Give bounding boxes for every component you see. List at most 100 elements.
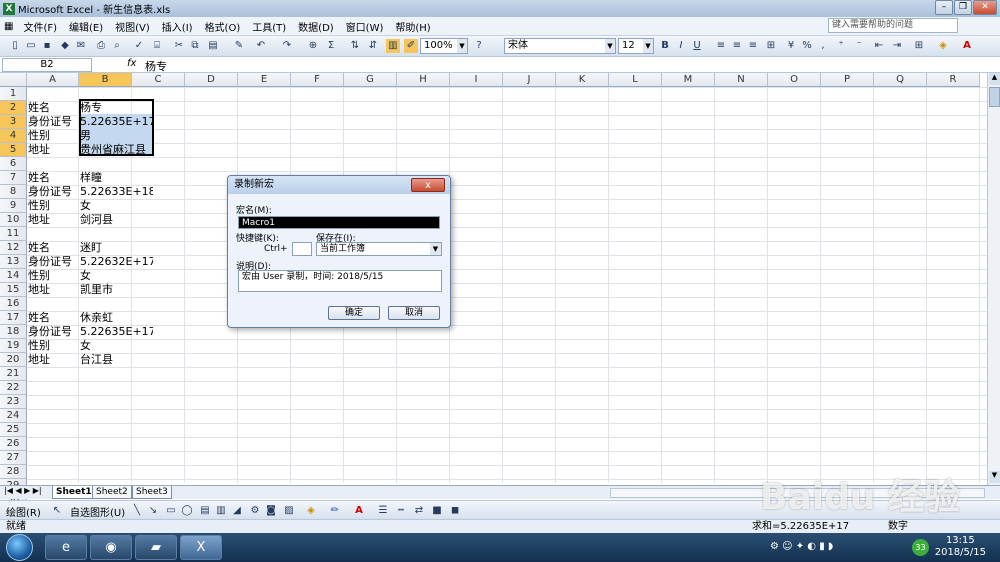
vertical-textbox-icon[interactable]: ▥ — [214, 504, 228, 518]
store-in-select[interactable]: 当前工作簿 ▼ — [316, 242, 442, 256]
open-icon[interactable]: ▭ — [24, 39, 38, 53]
menu-insert[interactable]: 插入(I) — [156, 19, 199, 34]
ok-button[interactable]: 确定 — [328, 306, 380, 320]
wordart-icon[interactable]: ◢ — [230, 504, 244, 518]
sort-ascending-icon[interactable]: ⇅ — [348, 39, 362, 53]
align-right-icon[interactable]: ≡ — [746, 39, 760, 53]
cell-b14[interactable]: 女 — [80, 269, 153, 283]
draw-menu[interactable]: 绘图(R) — [6, 504, 41, 519]
name-box[interactable]: B2 — [2, 58, 92, 72]
drawing-icon[interactable]: ✐ — [404, 39, 418, 53]
menu-data[interactable]: 数据(D) — [292, 19, 340, 34]
tab-sheet3[interactable]: Sheet3 — [132, 486, 172, 499]
column-header-a[interactable]: A — [27, 73, 79, 87]
column-header-d[interactable]: D — [185, 73, 238, 87]
cell-b20[interactable]: 台江县 — [80, 353, 153, 367]
column-header-c[interactable]: C — [132, 73, 185, 87]
row-header-19[interactable]: 19 — [0, 339, 27, 353]
arrow-style-icon[interactable]: ⇄ — [412, 504, 426, 518]
autoshapes-menu[interactable]: 自选图形(U) — [70, 504, 125, 519]
tab-sheet1[interactable]: Sheet1 — [52, 486, 96, 499]
decrease-indent-icon[interactable]: ⇤ — [872, 39, 886, 53]
cell-a17[interactable]: 姓名 — [28, 311, 78, 325]
column-header-e[interactable]: E — [238, 73, 291, 87]
fx-icon[interactable]: fx — [127, 58, 136, 69]
row-header-20[interactable]: 20 — [0, 353, 27, 367]
chart-wizard-icon[interactable]: ▥ — [386, 39, 400, 53]
redo-icon[interactable]: ↷ — [280, 39, 294, 53]
oval-icon[interactable]: ◯ — [180, 504, 194, 518]
column-header-q[interactable]: Q — [874, 73, 927, 87]
row-header-25[interactable]: 25 — [0, 423, 27, 437]
row-header-11[interactable]: 11 — [0, 227, 27, 241]
cut-icon[interactable]: ✂ — [172, 39, 186, 53]
row-header-28[interactable]: 28 — [0, 465, 27, 479]
arrow-icon[interactable]: ↘ — [146, 504, 160, 518]
row-header-6[interactable]: 6 — [0, 157, 27, 171]
row-header-17[interactable]: 17 — [0, 311, 27, 325]
cell-a20[interactable]: 地址 — [28, 353, 78, 367]
cell-a10[interactable]: 地址 — [28, 213, 78, 227]
minimize-button[interactable]: – — [935, 0, 953, 15]
row-header-2[interactable]: 2 — [0, 101, 27, 115]
menu-window[interactable]: 窗口(W) — [340, 19, 390, 34]
cell-a12[interactable]: 姓名 — [28, 241, 78, 255]
align-center-icon[interactable]: ≡ — [730, 39, 744, 53]
taskbar-360-icon[interactable]: ◉ — [90, 535, 132, 560]
select-all-corner[interactable] — [0, 73, 27, 87]
dash-style-icon[interactable]: ┅ — [394, 504, 408, 518]
column-header-l[interactable]: L — [609, 73, 662, 87]
row-header-27[interactable]: 27 — [0, 451, 27, 465]
align-left-icon[interactable]: ≡ — [714, 39, 728, 53]
font-color-icon[interactable]: A — [352, 504, 366, 518]
cancel-button[interactable]: 取消 — [388, 306, 440, 320]
line-icon[interactable]: ╲ — [130, 504, 144, 518]
cell-b17[interactable]: 休亲虹 — [80, 311, 153, 325]
picture-icon[interactable]: ▨ — [282, 504, 296, 518]
permission-icon[interactable]: ◆ — [58, 39, 72, 53]
column-header-i[interactable]: I — [450, 73, 503, 87]
menu-file[interactable]: 文件(F) — [17, 19, 63, 34]
close-button[interactable]: ✕ — [973, 0, 997, 15]
taskbar-ie-icon[interactable]: e — [45, 535, 87, 560]
row-header-1[interactable]: 1 — [0, 87, 27, 101]
line-style-icon[interactable]: ☰ — [376, 504, 390, 518]
clock[interactable]: 13:15 2018/5/15 — [935, 535, 986, 559]
scroll-up-icon[interactable]: ▲ — [989, 73, 1000, 85]
row-header-24[interactable]: 24 — [0, 409, 27, 423]
bold-icon[interactable]: B — [658, 39, 672, 53]
menu-format[interactable]: 格式(O) — [199, 19, 247, 34]
column-header-r[interactable]: R — [927, 73, 980, 87]
currency-icon[interactable]: ¥ — [784, 39, 798, 53]
font-size-select[interactable]: 12 ▼ — [618, 38, 654, 54]
row-header-18[interactable]: 18 — [0, 325, 27, 339]
tab-scroll-icon[interactable]: |◀ ◀ ▶ ▶| — [4, 486, 42, 495]
print-icon[interactable]: ⎙ — [94, 39, 108, 53]
vertical-scrollbar[interactable]: ▲ ▼ — [987, 73, 1000, 485]
font-name-select[interactable]: 宋体 ▼ — [504, 38, 616, 54]
row-header-16[interactable]: 16 — [0, 297, 27, 311]
hyperlink-icon[interactable]: ⊕ — [306, 39, 320, 53]
description-input[interactable]: 宏由 User 录制，时间: 2018/5/15 — [238, 270, 442, 292]
taskbar-folder-icon[interactable]: ▰ — [135, 535, 177, 560]
italic-icon[interactable]: I — [674, 39, 688, 53]
shadow-icon[interactable]: ■ — [430, 504, 444, 518]
restore-button[interactable]: ❐ — [954, 0, 972, 15]
borders-icon[interactable]: ⊞ — [912, 39, 926, 53]
row-header-5[interactable]: 5 — [0, 143, 27, 157]
menu-edit[interactable]: 编辑(E) — [63, 19, 109, 34]
cell-a7[interactable]: 姓名 — [28, 171, 78, 185]
menu-tools[interactable]: 工具(T) — [246, 19, 292, 34]
row-header-3[interactable]: 3 — [0, 115, 27, 129]
help-icon[interactable]: ? — [472, 39, 486, 53]
cell-a8[interactable]: 身份证号 — [28, 185, 78, 199]
spelling-icon[interactable]: ✓ — [132, 39, 146, 53]
row-header-14[interactable]: 14 — [0, 269, 27, 283]
select-objects-icon[interactable]: ↖ — [50, 504, 64, 518]
textbox-icon[interactable]: ▤ — [198, 504, 212, 518]
merge-center-icon[interactable]: ⊞ — [764, 39, 778, 53]
email-icon[interactable]: ✉ — [74, 39, 88, 53]
row-header-13[interactable]: 13 — [0, 255, 27, 269]
column-header-g[interactable]: G — [344, 73, 397, 87]
start-button[interactable] — [6, 534, 33, 561]
